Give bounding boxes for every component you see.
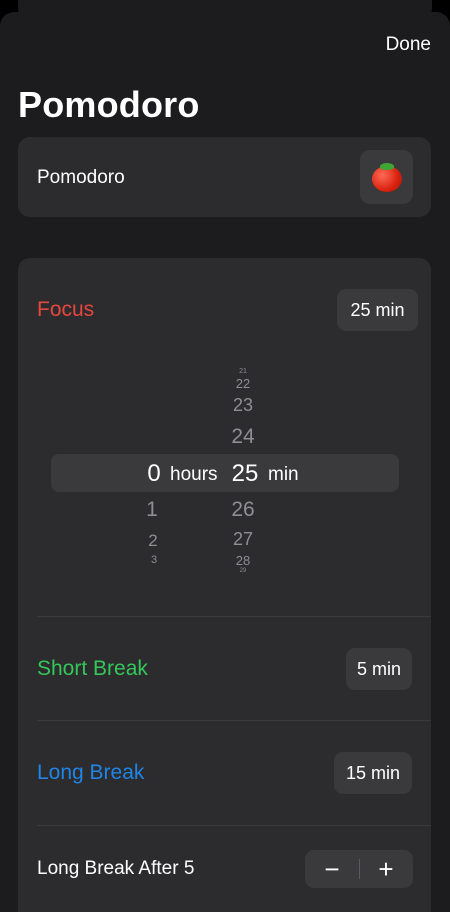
focus-label: Focus <box>37 298 95 321</box>
durations-card: Focus 25 min 0 hours 1 2 3 21 22 23 24 2… <box>18 258 431 912</box>
picker-minutes-unit: min <box>268 464 299 485</box>
done-button[interactable]: Done <box>386 34 431 56</box>
long-break-label: Long Break <box>37 761 145 784</box>
divider <box>37 825 431 826</box>
picker-minutes-item[interactable]: 28 <box>223 553 263 568</box>
long-break-value-button[interactable]: 15 min <box>334 752 412 794</box>
divider <box>37 720 431 721</box>
divider <box>37 616 431 617</box>
pomodoro-sheet: Done Pomodoro Pomodoro Focus 25 min 0 ho… <box>0 12 450 912</box>
picker-minutes-item[interactable]: 22 <box>223 376 263 391</box>
tomato-icon <box>371 161 403 193</box>
picker-hours-selected[interactable]: 0 <box>134 460 174 488</box>
emoji-picker-button[interactable] <box>360 150 413 204</box>
timer-name-card: Pomodoro <box>18 137 431 217</box>
picker-minutes-item[interactable]: 27 <box>223 529 263 550</box>
picker-hours-item[interactable]: 1 <box>132 498 172 522</box>
picker-minutes-item[interactable]: 21 <box>223 368 263 375</box>
decrement-button[interactable]: − <box>305 850 359 888</box>
picker-hours-item[interactable]: 2 <box>133 531 173 551</box>
picker-minutes-selected[interactable]: 25 <box>225 460 265 488</box>
page-title: Pomodoro <box>18 84 200 125</box>
increment-button[interactable]: + <box>359 850 413 888</box>
picker-minutes-item[interactable]: 26 <box>223 498 263 522</box>
picker-minutes-item[interactable]: 29 <box>223 568 263 574</box>
long-break-after-stepper: − + <box>305 850 413 888</box>
short-break-value-button[interactable]: 5 min <box>346 648 412 690</box>
focus-value-button[interactable]: 25 min <box>337 289 418 331</box>
timer-name-label[interactable]: Pomodoro <box>37 167 125 189</box>
long-break-after-label: Long Break After 5 <box>37 858 195 879</box>
duration-picker[interactable]: 0 hours 1 2 3 21 22 23 24 25 min 26 27 2… <box>18 358 431 578</box>
picker-minutes-item[interactable]: 23 <box>223 395 263 416</box>
short-break-label: Short Break <box>37 657 148 680</box>
picker-minutes-item[interactable]: 24 <box>223 425 263 449</box>
picker-hours-unit: hours <box>170 464 218 485</box>
picker-hours-item[interactable]: 3 <box>134 554 174 566</box>
